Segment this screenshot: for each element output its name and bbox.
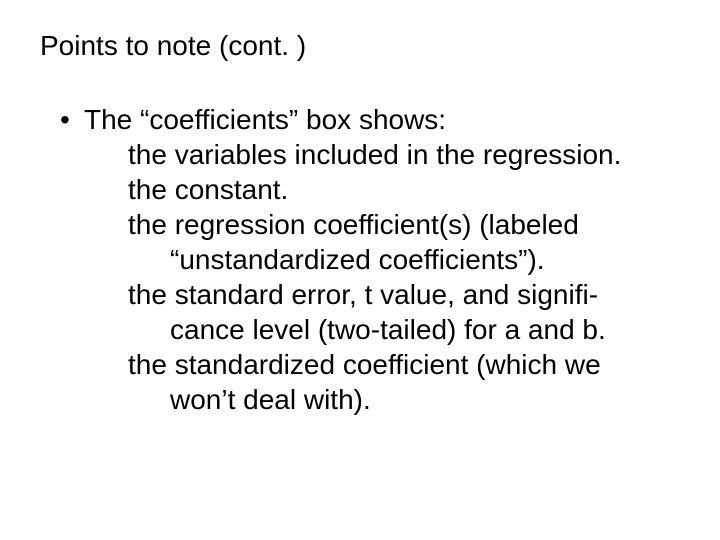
bullet-dot-icon: • bbox=[60, 102, 84, 137]
sub-line-4: the standard error, t value, and signifi… bbox=[128, 277, 680, 312]
sub-line-5-cont: won’t deal with). bbox=[170, 382, 680, 417]
sub-line-1: the variables included in the regression… bbox=[128, 137, 680, 172]
sub-line-5: the standardized coefficient (which we bbox=[128, 347, 680, 382]
slide-title: Points to note (cont. ) bbox=[40, 30, 680, 62]
sub-line-4-cont: cance level (two-tailed) for a and b. bbox=[170, 312, 680, 347]
sub-line-3-cont: “unstandardized coefficients”). bbox=[170, 242, 680, 277]
slide-body: • The “coefficients” box shows: the vari… bbox=[40, 102, 680, 417]
bullet-lead-text: The “coefficients” box shows: bbox=[84, 102, 446, 137]
slide: Points to note (cont. ) • The “coefficie… bbox=[0, 0, 720, 540]
sub-line-3: the regression coefficient(s) (labeled bbox=[128, 207, 680, 242]
sub-line-2: the constant. bbox=[128, 172, 680, 207]
bullet-item: • The “coefficients” box shows: bbox=[60, 102, 680, 137]
